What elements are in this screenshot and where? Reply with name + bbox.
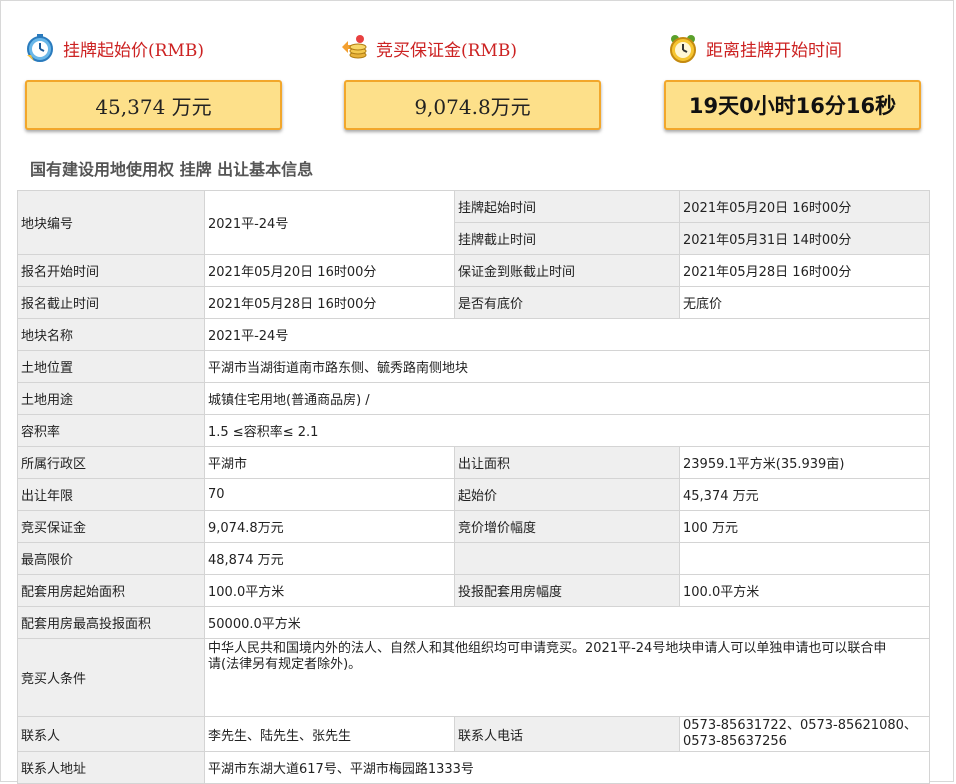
max-price-value: 48,874 万元 bbox=[204, 542, 455, 575]
phone-label: 联系人电话 bbox=[454, 716, 680, 752]
bidder-value: 中华人民共和国境内外的法人、自然人和其他组织均可申请竞买。2021平-24号地块… bbox=[204, 638, 930, 717]
usage-label: 土地用途 bbox=[17, 382, 205, 415]
location-label: 土地位置 bbox=[17, 350, 205, 383]
reg-end-label: 报名截止时间 bbox=[17, 286, 205, 319]
stopwatch-icon bbox=[25, 33, 55, 63]
address-value: 平湖市东湖大道617号、平湖市梅园路1333号 bbox=[204, 751, 930, 784]
far-value: 1.5 ≤容积率≤ 2.1 bbox=[204, 414, 930, 447]
reserve-label: 是否有底价 bbox=[454, 286, 680, 319]
start-price-row-label: 起始价 bbox=[454, 478, 680, 511]
start-price-label: 挂牌起始价(RMB) bbox=[63, 40, 204, 61]
address-label: 联系人地址 bbox=[17, 751, 205, 784]
table-row: 所属行政区 平湖市 出让面积 23959.1平方米(35.939亩) bbox=[17, 446, 930, 479]
empty-value-cell bbox=[679, 542, 930, 575]
term-label: 出让年限 bbox=[17, 478, 205, 511]
listing-start-value: 2021年05月20日 16时00分 bbox=[679, 190, 930, 223]
table-row: 地块编号 2021平-24号 挂牌起始时间 2021年05月20日 16时00分 bbox=[17, 190, 930, 255]
support-step-label: 投报配套用房幅度 bbox=[454, 574, 680, 607]
countdown-label: 距离挂牌开始时间 bbox=[706, 40, 842, 61]
alarm-clock-icon bbox=[668, 33, 698, 63]
land-info-table: 地块编号 2021平-24号 挂牌起始时间 2021年05月20日 16时00分… bbox=[17, 190, 930, 784]
listing-start-label: 挂牌起始时间 bbox=[454, 190, 680, 223]
plot-name-value: 2021平-24号 bbox=[204, 318, 930, 351]
empty-label-cell bbox=[454, 542, 680, 575]
support-start-label: 配套用房起始面积 bbox=[17, 574, 205, 607]
table-row: 竞买人条件 中华人民共和国境内外的法人、自然人和其他组织均可申请竞买。2021平… bbox=[17, 638, 930, 717]
listing-end-value: 2021年05月31日 14时00分 bbox=[679, 222, 930, 255]
deposit-deadline-label: 保证金到账截止时间 bbox=[454, 254, 680, 287]
usage-value: 城镇住宅用地(普通商品房) / bbox=[204, 382, 930, 415]
deposit-header: 竞买保证金(RMB) bbox=[338, 33, 517, 63]
table-row: 联系人地址 平湖市东湖大道617号、平湖市梅园路1333号 bbox=[17, 751, 930, 784]
contact-label: 联系人 bbox=[17, 716, 205, 752]
far-label: 容积率 bbox=[17, 414, 205, 447]
table-row: 报名截止时间 2021年05月28日 16时00分 是否有底价 无底价 bbox=[17, 286, 930, 319]
deposit-deadline-value: 2021年05月28日 16时00分 bbox=[679, 254, 930, 287]
reg-start-label: 报名开始时间 bbox=[17, 254, 205, 287]
bidder-label: 竞买人条件 bbox=[17, 638, 205, 717]
table-row: 土地用途 城镇住宅用地(普通商品房) / bbox=[17, 382, 930, 415]
district-value: 平湖市 bbox=[204, 446, 455, 479]
coins-icon bbox=[338, 33, 368, 63]
deposit-label: 竞买保证金(RMB) bbox=[376, 40, 517, 61]
countdown-header: 距离挂牌开始时间 bbox=[668, 33, 842, 63]
phone-value: 0573-85631722、0573-85621080、0573-8563725… bbox=[679, 716, 930, 752]
listing-end-label: 挂牌截止时间 bbox=[454, 222, 680, 255]
district-label: 所属行政区 bbox=[17, 446, 205, 479]
section-title: 国有建设用地使用权 挂牌 出让基本信息 bbox=[30, 160, 314, 179]
increment-label: 竞价增价幅度 bbox=[454, 510, 680, 543]
plot-no-value: 2021平-24号 bbox=[204, 190, 455, 255]
countdown-value: 19天0小时16分16秒 bbox=[664, 80, 921, 130]
support-max-value: 50000.0平方米 bbox=[204, 606, 930, 639]
area-value: 23959.1平方米(35.939亩) bbox=[679, 446, 930, 479]
table-row: 地块名称 2021平-24号 bbox=[17, 318, 930, 351]
table-row: 联系人 李先生、陆先生、张先生 联系人电话 0573-85631722、0573… bbox=[17, 716, 930, 752]
table-row: 容积率 1.5 ≤容积率≤ 2.1 bbox=[17, 414, 930, 447]
deposit-row-value: 9,074.8万元 bbox=[204, 510, 455, 543]
increment-value: 100 万元 bbox=[679, 510, 930, 543]
deposit-value: 9,074.8万元 bbox=[344, 80, 601, 130]
reg-start-value: 2021年05月20日 16时00分 bbox=[204, 254, 455, 287]
location-value: 平湖市当湖街道南市路东侧、毓秀路南侧地块 bbox=[204, 350, 930, 383]
reg-end-value: 2021年05月28日 16时00分 bbox=[204, 286, 455, 319]
table-row: 配套用房最高投报面积 50000.0平方米 bbox=[17, 606, 930, 639]
plot-name-label: 地块名称 bbox=[17, 318, 205, 351]
table-row: 报名开始时间 2021年05月20日 16时00分 保证金到账截止时间 2021… bbox=[17, 254, 930, 287]
table-row: 竞买保证金 9,074.8万元 竞价增价幅度 100 万元 bbox=[17, 510, 930, 543]
deposit-row-label: 竞买保证金 bbox=[17, 510, 205, 543]
support-start-value: 100.0平方米 bbox=[204, 574, 455, 607]
max-price-label: 最高限价 bbox=[17, 542, 205, 575]
plot-no-label: 地块编号 bbox=[17, 190, 205, 255]
start-price-header: 挂牌起始价(RMB) bbox=[25, 33, 204, 63]
table-row: 土地位置 平湖市当湖街道南市路东侧、毓秀路南侧地块 bbox=[17, 350, 930, 383]
contact-value: 李先生、陆先生、张先生 bbox=[204, 716, 455, 752]
support-step-value: 100.0平方米 bbox=[679, 574, 930, 607]
reserve-value: 无底价 bbox=[679, 286, 930, 319]
table-row: 配套用房起始面积 100.0平方米 投报配套用房幅度 100.0平方米 bbox=[17, 574, 930, 607]
start-price-row-value: 45,374 万元 bbox=[679, 478, 930, 511]
start-price-value: 45,374 万元 bbox=[25, 80, 282, 130]
term-value: 70 bbox=[204, 478, 455, 511]
table-row: 出让年限 70 起始价 45,374 万元 bbox=[17, 478, 930, 511]
area-label: 出让面积 bbox=[454, 446, 680, 479]
support-max-label: 配套用房最高投报面积 bbox=[17, 606, 205, 639]
table-row: 最高限价 48,874 万元 bbox=[17, 542, 930, 575]
bidder-text: 中华人民共和国境内外的法人、自然人和其他组织均可申请竞买。2021平-24号地块… bbox=[208, 641, 887, 672]
